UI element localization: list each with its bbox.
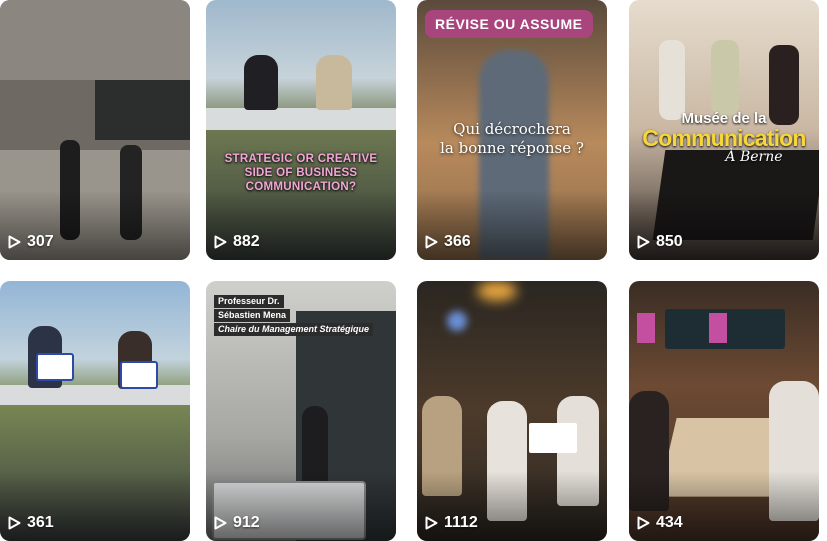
view-count-text: 366 [444, 233, 471, 250]
person-silhouette [302, 406, 328, 486]
play-icon [214, 235, 227, 249]
person-silhouette [120, 145, 142, 240]
person-silhouette [629, 391, 669, 511]
screen [709, 313, 727, 343]
party-light [477, 281, 517, 301]
view-count: 1112 [425, 514, 478, 532]
view-count: 307 [8, 233, 54, 251]
view-count-text: 307 [27, 233, 54, 250]
video-thumbnail-3[interactable]: RÉVISE OU ASSUME Qui décrochera la bonne… [417, 0, 607, 260]
view-count: 434 [637, 514, 683, 532]
video-thumbnail-6[interactable]: Professeur Dr. Sébastien Mena Chaire du … [206, 281, 396, 541]
speaker-label-line: Professeur Dr. [214, 295, 284, 308]
person-silhouette [487, 401, 527, 521]
speaker-label-line: Sébastien Mena [214, 309, 291, 322]
speaker-label-line: Chaire du Management Stratégique [214, 323, 374, 336]
screen [637, 313, 655, 343]
sign-board [120, 361, 158, 389]
video-caption: Qui décrochera la bonne réponse ? [417, 120, 607, 158]
view-count: 912 [214, 514, 260, 532]
person-silhouette [244, 55, 278, 110]
video-thumbnail-4[interactable]: Musée de la Communication À Berne 850 [629, 0, 819, 260]
play-icon [8, 516, 21, 530]
speaker-label: Professeur Dr. Sébastien Mena Chaire du … [214, 295, 374, 337]
view-count-text: 361 [27, 514, 54, 531]
window-area [95, 80, 190, 140]
series-badge: RÉVISE OU ASSUME [425, 10, 593, 38]
video-caption: STRATEGIC OR CREATIVE SIDE OF BUSINESS C… [224, 153, 378, 193]
party-light [447, 311, 467, 331]
view-count-text: 434 [656, 514, 683, 531]
view-count-text: 912 [233, 514, 260, 531]
video-caption-line: Qui décrochera [453, 120, 571, 138]
video-thumbnail-5[interactable]: 361 [0, 281, 190, 541]
ceiling [0, 0, 190, 80]
play-icon [425, 516, 438, 530]
sign-board [36, 353, 74, 381]
view-count: 882 [214, 233, 260, 251]
table [0, 385, 190, 405]
video-caption-line: la bonne réponse ? [440, 139, 584, 157]
view-count: 361 [8, 514, 54, 532]
person-silhouette [60, 140, 80, 240]
person-silhouette [711, 40, 739, 115]
video-thumbnail-2[interactable]: STRATEGIC OR CREATIVE SIDE OF BUSINESS C… [206, 0, 396, 260]
play-icon [637, 235, 650, 249]
view-count-text: 1112 [444, 514, 478, 531]
play-icon [637, 516, 650, 530]
play-icon [425, 235, 438, 249]
person-silhouette [316, 55, 352, 110]
museum-title: Musée de la Communication À Berne [633, 110, 815, 165]
person-silhouette [659, 40, 685, 120]
museum-title-line: Communication [642, 125, 806, 151]
video-thumbnail-7[interactable]: 1112 [417, 281, 607, 541]
person-silhouette [422, 396, 462, 496]
view-count: 850 [637, 233, 683, 251]
video-thumbnail-8[interactable]: 434 [629, 281, 819, 541]
museum-title-line: À Berne [725, 149, 783, 165]
paper-sign [529, 423, 577, 453]
table [206, 108, 396, 130]
video-thumbnail-1[interactable]: 307 [0, 0, 190, 260]
view-count-text: 882 [233, 233, 260, 250]
play-icon [214, 516, 227, 530]
view-count: 366 [425, 233, 471, 251]
view-count-text: 850 [656, 233, 683, 250]
play-icon [8, 235, 21, 249]
person-silhouette [769, 381, 819, 521]
